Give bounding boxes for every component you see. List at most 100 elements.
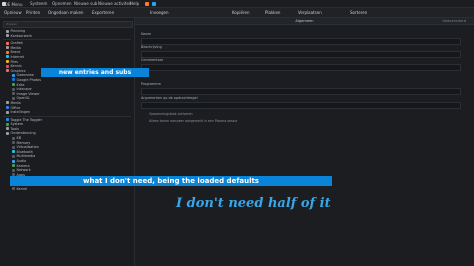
field-label: Beschrijving [141,45,162,49]
tree-item-label: Graphics [10,68,26,73]
app-icon [12,159,15,163]
app-icon [6,50,9,54]
app-icon [6,122,9,126]
field-label: Programma [141,82,161,86]
app-icon [12,73,15,77]
toolbar-item[interactable]: Ongedaan maken [48,10,83,15]
tree-item-label: Memory [16,140,31,145]
app-icon [12,141,15,145]
menu-tree-panel: Zoeken Planning Kantoorwerk Grafiek Media Br… [0,18,135,266]
tree-item-label: Ondersteuning [10,131,36,136]
app-icon [6,60,9,64]
tree-item-label: System [10,122,24,127]
app-icon [12,150,15,154]
checkbox-label[interactable]: Alleen tonen wanneer aangemeld in een Pl… [149,119,237,123]
tree-item-label: Kennis [10,64,22,69]
app-icon [6,127,9,131]
tree-item[interactable]: Kantoorwerk [0,34,134,39]
app-icon [12,87,15,91]
app-icon [6,106,9,109]
app-icon [6,101,9,105]
tree-item-label: Gwenview [16,73,34,78]
app-icon [12,187,15,191]
tree-item-label: Kernel [16,186,28,191]
toolbar-item[interactable]: Kopiëren [232,10,250,15]
tab-general[interactable]: Algemeen Geavanceerd [135,18,474,25]
app-icon [6,55,9,59]
tree-item-label: Google Photos [16,77,41,82]
toolbar-item[interactable]: Opnieuw [4,10,22,15]
tree-item-label: Instellingen [10,110,31,115]
app-icon [6,41,9,45]
tree-item-label: Kamera [16,163,30,168]
app-icon [12,145,15,149]
tree-item-label: Internet [10,54,24,59]
divider [3,39,131,41]
toolbar-item[interactable]: Sorteren [350,10,367,15]
app-icon [12,136,15,140]
app-icon [12,154,15,158]
app-icon [6,29,9,33]
comment-input[interactable] [141,64,461,71]
tree-item-label: Media [10,100,21,105]
tree-item[interactable]: Instellingen [0,110,134,115]
tree-item-label: Inkscape [16,87,32,92]
toolbar-item[interactable]: Exporteren [92,10,114,15]
field-label: Argumenten op de opdrachtregel [141,96,198,100]
app-icon [12,164,15,168]
description-input[interactable] [141,51,461,58]
toolbar: Opnieuw Printen Ongedaan maken Exportere… [0,8,474,18]
panel-item[interactable]: Systeem [30,1,47,6]
tree-item-label: Audio [16,159,27,164]
app-icon [6,64,9,68]
toolbar-item[interactable]: Plakken [265,10,280,15]
app-icon [12,96,15,100]
app-icon [6,131,9,135]
program-input[interactable] [141,88,461,95]
app-icon [6,110,9,114]
menu-tree: Planning Kantoorwerk Grafiek Media Brave Inte… [0,29,134,191]
tree-item-label: Bluetooth [16,149,33,154]
tree-item[interactable]: Kernel [0,187,134,192]
app-icon [12,78,15,82]
app-icon [6,69,9,73]
arguments-input[interactable] [141,102,461,109]
name-input[interactable] [141,38,461,45]
field-label: Naam [141,32,151,36]
tree-item-label: Krita [16,82,25,87]
tree-item-label: Virtualisation [16,145,39,150]
tree-item-label: Image Viewer [16,91,40,96]
top-panel: KDE Menu Systeem Opnemen Nieuwe sub Nieu… [0,0,474,8]
tree-item-label: OpenGL [16,96,31,101]
tree-item-label: Tools [10,126,19,131]
tree-item-label: Network [16,168,31,173]
checkbox-label[interactable]: Opsommingsblok activeren [149,112,193,116]
panel-item[interactable]: Nieuwe sub [74,1,97,6]
tree-item-label: Office [10,105,21,110]
annotation-text: I don't need half of it [176,196,331,211]
panel-item[interactable]: Opnemen [52,1,72,6]
search-input[interactable]: Zoeken [3,21,133,28]
app-icon [12,83,15,87]
tree-item-label: Multimedia [16,154,36,159]
tree-item-label: KB [16,136,22,141]
tree-item-label: Files [10,59,18,64]
toolbar-item[interactable]: Printen [26,10,40,15]
tree-item-label: Brave [10,50,21,55]
entry-editor: Algemeen Geavanceerd Naam Beschrijving C… [135,18,474,266]
tree-item-label: Media [10,45,21,50]
tree-item-label: Kantoorwerk [10,33,32,38]
toolbar-item[interactable]: Invoegen [150,10,169,15]
tree-item-label: Planning [10,29,26,33]
app-icon [6,118,9,122]
panel-item[interactable]: Help [130,1,139,6]
field-label: Commentaar [141,58,164,62]
app-icon [12,92,15,96]
app-icon [12,168,15,172]
tab-advanced[interactable]: Geavanceerd [442,18,466,24]
toolbar-item[interactable]: Verplaatsen [298,10,322,15]
panel-item[interactable]: Nieuwe activiteit [98,1,132,6]
app-icon [6,46,9,50]
tree-item-label: Toggle The Toggler [10,117,43,122]
annotation-callout: new entries and subs [41,68,149,77]
